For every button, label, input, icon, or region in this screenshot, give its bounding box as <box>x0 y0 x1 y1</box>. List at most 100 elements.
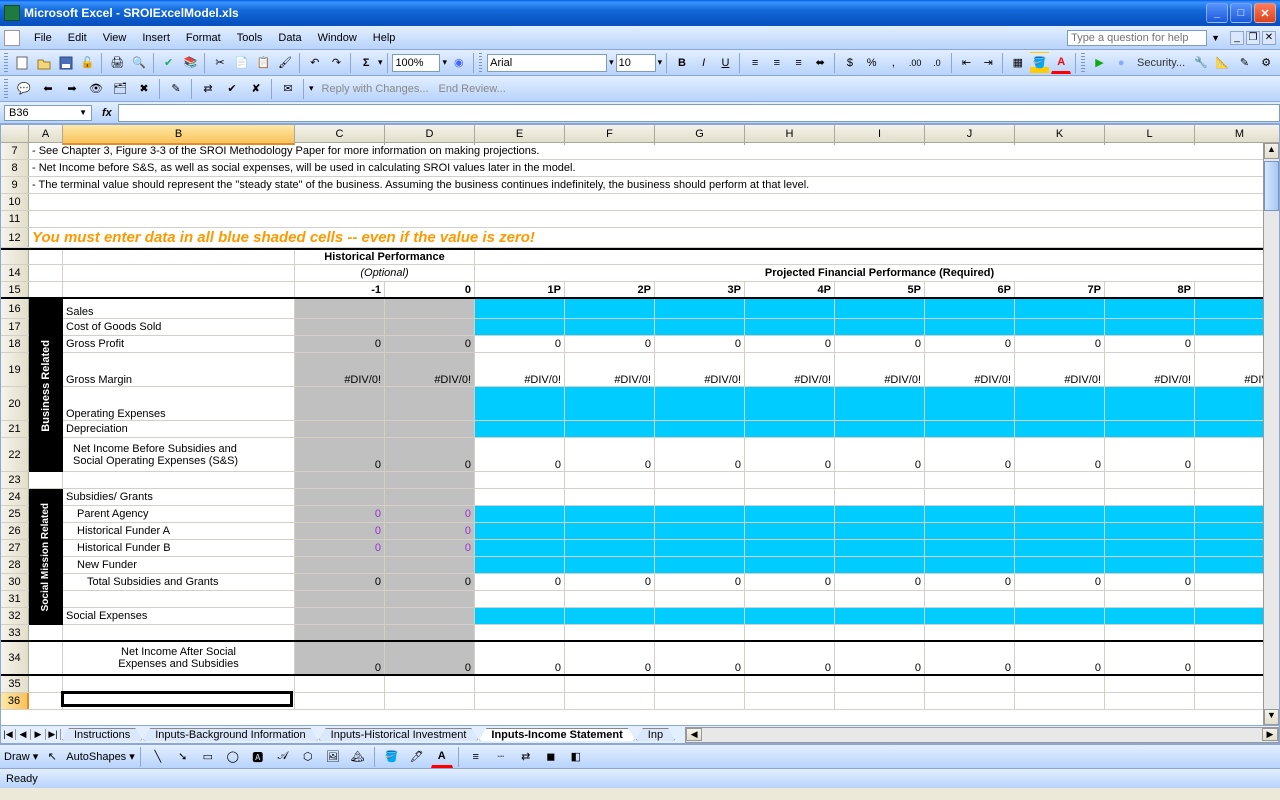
scroll-right-button[interactable]: ▶ <box>1262 728 1278 741</box>
cell[interactable] <box>1015 387 1105 420</box>
cell[interactable] <box>565 299 655 318</box>
cell-proj-header[interactable]: Projected Financial Performance (Require… <box>475 265 1279 281</box>
row-header-33[interactable]: 33 <box>1 625 29 640</box>
increase-indent-button[interactable]: ⇥ <box>978 52 998 74</box>
dash-style-button[interactable]: ┈ <box>490 746 512 768</box>
row-header-28[interactable]: 28 <box>1 557 29 573</box>
row-header-16[interactable]: 16 <box>1 299 29 318</box>
cell[interactable]: #DIV/0! <box>1105 353 1195 386</box>
row-header-18[interactable]: 18 <box>1 336 29 352</box>
cell-period-6P[interactable]: 6P <box>925 282 1015 297</box>
spelling-button[interactable]: ✔ <box>159 52 179 74</box>
controls-icon[interactable]: ⚙ <box>1256 52 1276 74</box>
sheet-tab-historical[interactable]: Inputs-Historical Investment <box>318 728 480 741</box>
row-header-12[interactable]: 12 <box>1 228 29 247</box>
cell[interactable]: 0 <box>565 642 655 674</box>
end-review-button[interactable]: End Review... <box>435 83 510 95</box>
cell[interactable] <box>925 387 1015 420</box>
track-changes-icon[interactable]: ⇄ <box>197 78 219 100</box>
cell[interactable] <box>295 387 385 420</box>
cell-hist-header[interactable]: Historical Performance <box>295 250 475 264</box>
cell[interactable] <box>655 319 745 335</box>
row-header-8[interactable]: 8 <box>1 160 29 176</box>
comma-button[interactable]: , <box>883 52 903 74</box>
cell-period-4P[interactable]: 4P <box>745 282 835 297</box>
cell[interactable] <box>63 250 295 264</box>
cell-period-3P[interactable]: 3P <box>655 282 745 297</box>
zoom-combo[interactable] <box>392 54 440 72</box>
col-header-B[interactable]: B <box>63 125 295 145</box>
next-comment-button[interactable]: ➡ <box>61 78 83 100</box>
toolbar-grip-2[interactable] <box>479 53 483 73</box>
scroll-down-button[interactable]: ▼ <box>1264 709 1279 725</box>
cell[interactable] <box>655 387 745 420</box>
cell[interactable]: 0 <box>475 336 565 352</box>
cell-cogs-label[interactable]: Cost of Goods Sold <box>63 319 295 335</box>
row-header-30[interactable]: 30 <box>1 574 29 590</box>
cell[interactable] <box>29 194 1279 210</box>
cell[interactable] <box>63 265 295 281</box>
cell[interactable]: 0 <box>1105 642 1195 674</box>
reply-dropdown-icon[interactable]: ▾ <box>309 83 314 94</box>
cell[interactable] <box>1015 319 1105 335</box>
help-dropdown-icon[interactable]: ▼ <box>1211 33 1220 43</box>
cell[interactable] <box>1105 387 1195 420</box>
font-size-combo[interactable] <box>616 54 656 72</box>
cell-period-0[interactable]: 0 <box>385 282 475 297</box>
fill-color-draw-button[interactable]: 🪣 <box>381 746 403 768</box>
save-button[interactable] <box>56 52 76 74</box>
help-search-input[interactable] <box>1067 30 1207 46</box>
menu-view[interactable]: View <box>95 32 135 44</box>
cell[interactable] <box>565 421 655 437</box>
font-combo[interactable] <box>487 54 607 72</box>
autosum-button[interactable]: Σ <box>356 52 376 74</box>
increase-decimal-button[interactable]: .00 <box>905 52 925 74</box>
row-header-10[interactable]: 10 <box>1 194 29 210</box>
bold-button[interactable]: B <box>672 52 692 74</box>
row-header-34[interactable]: 34 <box>1 642 29 674</box>
menu-data[interactable]: Data <box>270 32 309 44</box>
wordart-button[interactable]: 𝒜 <box>272 746 294 768</box>
cell-total-subsidies-label[interactable]: Total Subsidies and Grants <box>63 574 295 590</box>
row-header-35[interactable]: 35 <box>1 676 29 692</box>
cell[interactable]: 0 <box>385 642 475 674</box>
cell[interactable] <box>1015 299 1105 318</box>
cell[interactable]: 0 <box>385 523 475 539</box>
sheet-tab-truncated[interactable]: Inp <box>635 728 676 741</box>
undo-button[interactable]: ↶ <box>305 52 325 74</box>
cell-grossmargin-label[interactable]: Gross Margin <box>63 353 295 386</box>
row-header-32[interactable]: 32 <box>1 608 29 624</box>
cell-depreciation-label[interactable]: Depreciation <box>63 421 295 437</box>
menu-insert[interactable]: Insert <box>134 32 178 44</box>
cell[interactable]: 0 <box>385 336 475 352</box>
row-header-21[interactable]: 21 <box>1 421 29 437</box>
cell[interactable]: 0 <box>745 336 835 352</box>
cell[interactable] <box>29 211 1279 227</box>
stop-button[interactable]: ● <box>1111 52 1131 74</box>
cell[interactable]: 0 <box>925 642 1015 674</box>
cell[interactable] <box>835 387 925 420</box>
toolbar-grip-3[interactable] <box>1081 53 1085 73</box>
cell-note-7[interactable]: - See Chapter 3, Figure 3-3 of the SROI … <box>29 143 1279 159</box>
cell[interactable]: 0 <box>655 574 745 590</box>
arrow-style-button[interactable]: ⇄ <box>515 746 537 768</box>
cell-niass-label[interactable]: Net Income After Social Expenses and Sub… <box>63 642 295 674</box>
cell[interactable]: #DIV/0! <box>925 353 1015 386</box>
align-left-button[interactable]: ≡ <box>745 52 765 74</box>
cell-period-7P[interactable]: 7P <box>1015 282 1105 297</box>
cell[interactable]: 0 <box>835 642 925 674</box>
cell[interactable] <box>1105 319 1195 335</box>
cell[interactable]: 0 <box>655 438 745 471</box>
row-header-7[interactable]: 7 <box>1 143 29 159</box>
row-header-17[interactable]: 17 <box>1 319 29 335</box>
cell[interactable]: 0 <box>565 574 655 590</box>
security-button[interactable]: Security... <box>1133 57 1189 69</box>
permission-button[interactable]: 🔓 <box>78 52 98 74</box>
cell[interactable] <box>63 282 295 297</box>
cell-opex-label[interactable]: Operating Expenses <box>63 387 295 420</box>
line-button[interactable]: ╲ <box>147 746 169 768</box>
cell[interactable]: 0 <box>925 438 1015 471</box>
col-header-I[interactable]: I <box>835 125 925 145</box>
redo-button[interactable]: ↷ <box>327 52 347 74</box>
cell-nibss-label[interactable]: Net Income Before Subsidies and Social O… <box>63 438 295 471</box>
